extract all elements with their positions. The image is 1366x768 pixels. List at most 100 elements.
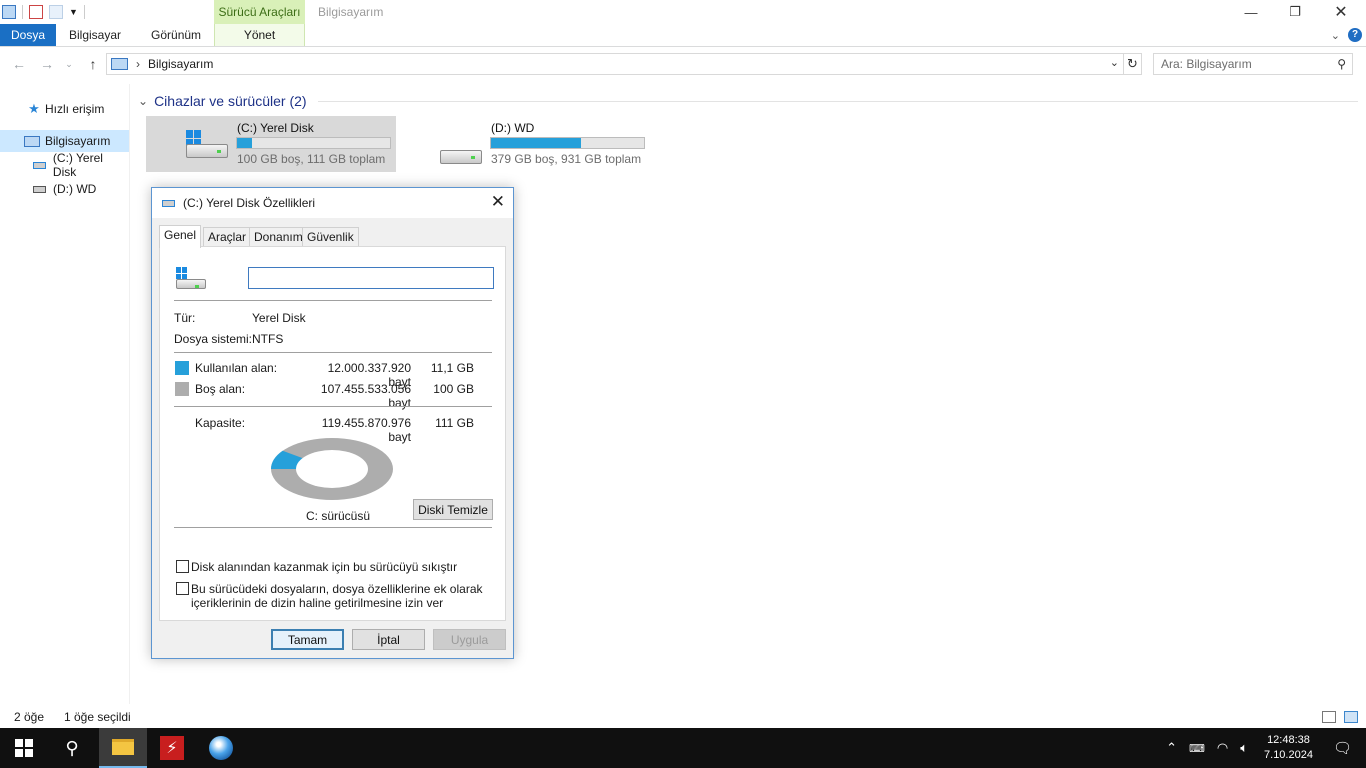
clock-date: 7.10.2024 bbox=[1264, 749, 1313, 761]
tab-computer[interactable]: Bilgisayar bbox=[56, 24, 134, 46]
window-title: Bilgisayarım bbox=[318, 5, 384, 19]
computer-icon[interactable] bbox=[2, 5, 16, 19]
address-path[interactable]: Bilgisayarım bbox=[148, 57, 213, 71]
lightning-app-icon: ⚡ bbox=[160, 736, 184, 760]
status-bar: 2 öğe 1 öğe seçildi bbox=[0, 706, 1366, 728]
large-icons-view-icon[interactable] bbox=[1344, 711, 1358, 723]
input-method-icon[interactable]: ⌨ bbox=[1189, 742, 1205, 755]
nav-quick-access[interactable]: ★ Hızlı erişim bbox=[0, 98, 129, 120]
index-label-line2[interactable]: içeriklerinin de dizin haline getirilmes… bbox=[191, 596, 443, 610]
section-divider bbox=[318, 101, 1358, 102]
start-button[interactable] bbox=[0, 728, 48, 768]
windows-icon bbox=[15, 739, 33, 757]
apply-button[interactable]: Uygula bbox=[433, 629, 506, 650]
expand-ribbon-icon[interactable]: ⌄ bbox=[1331, 29, 1340, 42]
back-button[interactable]: ← bbox=[8, 52, 30, 76]
tab-hardware[interactable]: Donanım bbox=[249, 227, 308, 247]
up-button[interactable]: ↑ bbox=[82, 52, 104, 76]
tab-tools[interactable]: Araçlar bbox=[203, 227, 252, 247]
forward-button[interactable]: → bbox=[36, 52, 58, 76]
file-explorer-taskbar-button[interactable] bbox=[99, 728, 147, 768]
fs-value: NTFS bbox=[252, 332, 284, 346]
help-icon[interactable]: ? bbox=[1348, 28, 1362, 42]
used-label: Kullanılan alan: bbox=[195, 361, 278, 375]
quick-access-toolbar: ▼ bbox=[0, 0, 85, 24]
address-bar[interactable]: › Bilgisayarım ⌄ bbox=[106, 53, 1124, 75]
properties-icon[interactable] bbox=[29, 5, 43, 19]
free-swatch bbox=[175, 382, 189, 396]
nav-label: Hızlı erişim bbox=[45, 102, 105, 116]
tab-file[interactable]: Dosya bbox=[0, 24, 56, 46]
index-checkbox[interactable] bbox=[176, 582, 189, 595]
divider bbox=[174, 406, 492, 407]
windows-drive-icon bbox=[186, 130, 228, 158]
drive-tile-c[interactable]: (C:) Yerel Disk 100 GB boş, 111 GB topla… bbox=[146, 116, 396, 172]
drive-tile-d[interactable]: (D:) WD 379 GB boş, 931 GB toplam bbox=[400, 116, 652, 172]
drive-usage-bar bbox=[236, 137, 391, 149]
nav-drive-c[interactable]: (C:) Yerel Disk bbox=[0, 151, 129, 179]
minimize-button[interactable]: — bbox=[1228, 0, 1274, 24]
properties-dialog: (C:) Yerel Disk Özellikleri ✕ Genel Araç… bbox=[151, 187, 514, 659]
ribbon-tabs: Dosya Bilgisayar Görünüm bbox=[0, 24, 214, 46]
taskbar: ⚲ ⚡ ⌃ ⌨ ◠ 🔈︎ 12:48:38 7.10.2024 🗨︎ bbox=[0, 728, 1366, 768]
globe-icon bbox=[209, 736, 233, 760]
compress-label[interactable]: Disk alanından kazanmak için bu sürücüyü… bbox=[191, 560, 457, 574]
tab-general[interactable]: Genel bbox=[159, 225, 202, 248]
search-input[interactable]: Ara: Bilgisayarım bbox=[1161, 57, 1252, 71]
tab-manage[interactable]: Yönet bbox=[214, 24, 305, 46]
nav-drive-d[interactable]: (D:) WD bbox=[0, 178, 129, 200]
clock[interactable]: 12:48:38 7.10.2024 bbox=[1264, 733, 1313, 763]
drive-name: (D:) WD bbox=[491, 121, 535, 135]
close-icon[interactable]: ✕ bbox=[491, 192, 505, 212]
index-label-line1[interactable]: Bu sürücüdeki dosyaların, dosya özellikl… bbox=[191, 582, 483, 596]
drive-icon bbox=[33, 161, 46, 169]
nav-this-pc[interactable]: Bilgisayarım bbox=[0, 130, 129, 152]
app-taskbar-button[interactable]: ⚡ bbox=[148, 728, 196, 768]
disk-usage-donut bbox=[271, 438, 393, 500]
section-header[interactable]: ⌄ Cihazlar ve sürücüler (2) bbox=[138, 92, 307, 110]
drive-caption: C: sürücüsü bbox=[306, 509, 371, 523]
details-view-icon[interactable] bbox=[1322, 711, 1336, 723]
cancel-button[interactable]: İptal bbox=[352, 629, 425, 650]
tab-security[interactable]: Güvenlik bbox=[302, 227, 359, 247]
selected-count: 1 öğe seçildi bbox=[64, 710, 131, 724]
customize-qat-icon[interactable]: ▼ bbox=[69, 7, 78, 17]
donut-hole bbox=[296, 450, 368, 488]
ok-button[interactable]: Tamam bbox=[271, 629, 344, 650]
search-box[interactable]: Ara: Bilgisayarım ⚲ bbox=[1153, 53, 1353, 75]
volume-name-input[interactable] bbox=[248, 267, 494, 289]
fs-label: Dosya sistemi: bbox=[174, 332, 253, 346]
chevron-up-icon[interactable]: ⌃ bbox=[1166, 740, 1177, 756]
recent-locations-icon[interactable]: ⌄ bbox=[62, 52, 76, 76]
refresh-button[interactable]: ↻ bbox=[1124, 53, 1142, 75]
nav-label: Bilgisayarım bbox=[45, 134, 111, 148]
new-folder-icon[interactable] bbox=[49, 5, 63, 19]
ribbon-help-area: ⌄ ? bbox=[1331, 24, 1366, 46]
compress-checkbox[interactable] bbox=[176, 560, 189, 573]
network-icon[interactable]: ◠ bbox=[1217, 740, 1228, 756]
chevron-down-icon[interactable]: ⌄ bbox=[138, 94, 148, 108]
chevron-right-icon[interactable]: › bbox=[136, 57, 140, 71]
chevron-down-icon[interactable]: ⌄ bbox=[1110, 56, 1119, 69]
title-bar bbox=[0, 0, 1366, 24]
dialog-title-bar: (C:) Yerel Disk Özellikleri ✕ bbox=[152, 188, 513, 218]
context-tab-drive-tools: Sürücü Araçları bbox=[214, 0, 305, 24]
drive-usage-bar bbox=[490, 137, 645, 149]
star-icon: ★ bbox=[28, 101, 40, 116]
volume-icon[interactable]: 🔈︎ bbox=[1240, 740, 1248, 756]
free-label: Boş alan: bbox=[195, 382, 246, 396]
close-window-button[interactable]: ✕ bbox=[1318, 0, 1364, 24]
dialog-title: (C:) Yerel Disk Özellikleri bbox=[183, 196, 316, 210]
tab-view[interactable]: Görünüm bbox=[138, 24, 214, 46]
disk-cleanup-button[interactable]: Diski Temizle bbox=[413, 499, 493, 520]
drive-free-text: 100 GB boş, 111 GB toplam bbox=[237, 152, 386, 166]
search-icon[interactable]: ⚲ bbox=[1337, 57, 1346, 71]
maximize-button[interactable]: ❐ bbox=[1272, 0, 1318, 24]
drive-icon bbox=[33, 185, 46, 193]
browser-taskbar-button[interactable] bbox=[197, 728, 245, 768]
type-value: Yerel Disk bbox=[252, 311, 306, 325]
computer-icon bbox=[111, 58, 128, 70]
notifications-icon[interactable]: 🗨︎ bbox=[1333, 739, 1352, 757]
nav-label: (D:) WD bbox=[53, 182, 97, 196]
search-button[interactable]: ⚲ bbox=[48, 728, 96, 768]
